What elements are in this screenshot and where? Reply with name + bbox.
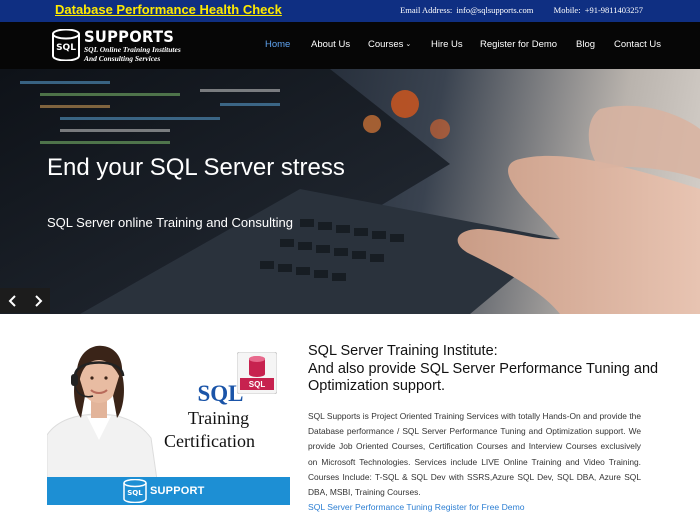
nav-hire-us[interactable]: Hire Us [431,39,463,50]
card-certification-text: Certification [164,431,255,451]
support-agent-illustration [47,345,157,480]
chevron-down-icon: ⌄ [405,41,412,48]
content-heading-line-2: And also provide SQL Server Performance … [308,360,659,395]
content-heading: SQL Server Training Institute: And also … [308,343,668,396]
chevron-right-icon [34,294,42,307]
brand-tagline-2: And Consulting Services [84,53,161,63]
chevron-left-icon [8,294,16,307]
top-bar: Database Performance Health Check Email … [0,0,700,22]
health-check-link[interactable]: Database Performance Health Check [55,2,282,17]
email-label: Email Address: [400,5,453,15]
nav-courses[interactable]: Courses ⌄ [368,39,411,50]
contact-info: Email Address: info@sqlsupports.com Mobi… [398,5,643,15]
hero-subtitle: SQL Server online Training and Consultin… [47,215,293,230]
nav-home[interactable]: Home [265,39,290,50]
hero-slider: End your SQL Server stress SQL Server on… [0,69,700,314]
card-sql-heading: SQL [197,381,244,406]
mobile-link[interactable]: +91-9811403257 [585,5,643,15]
badge-db-label: SQL [127,489,143,497]
badge-support-label: SUPPORT [150,485,205,497]
hero-title: End your SQL Server stress [47,154,345,181]
nav-contact-us[interactable]: Contact Us [614,39,661,50]
sql-support-banner: SQL SUPPORT [47,477,290,505]
hero-background-image [0,69,700,314]
slider-prev-button[interactable] [0,288,25,313]
email-link[interactable]: info@sqlsupports.com [456,5,533,15]
nav-register-demo[interactable]: Register for Demo [480,39,557,50]
main-nav: Home About Us Courses ⌄ Hire Us Register … [0,39,700,53]
database-icon: SQL [123,479,147,503]
register-free-demo-link[interactable]: SQL Server Performance Tuning Register f… [308,502,525,512]
site-header: SQL SUPPORTS SQL Online Training Institu… [0,22,700,69]
content-heading-line-1: SQL Server Training Institute: [308,343,498,359]
slider-next-button[interactable] [25,288,50,313]
mobile-label: Mobile: [553,5,581,15]
content-description: SQL Supports is Project Oriented Trainin… [308,411,641,498]
nav-courses-label: Courses [368,39,404,50]
nav-about-us[interactable]: About Us [311,39,350,50]
sql-training-certification-image: SQL SQL Training Certification SQL SUPPO… [47,340,290,506]
nav-blog[interactable]: Blog [576,39,595,50]
card-training-text: Training [187,408,250,428]
